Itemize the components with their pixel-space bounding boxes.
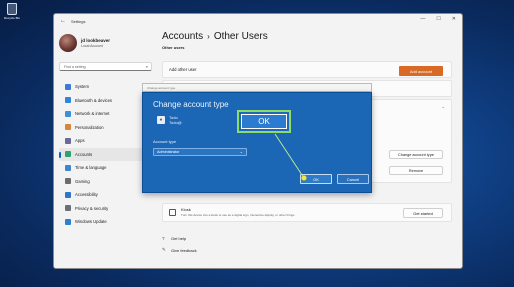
help-icon: ? bbox=[162, 236, 165, 241]
callout-ok-highlight: OK bbox=[237, 110, 291, 133]
sidebar-item-label: Accounts bbox=[75, 151, 93, 157]
recycle-bin-icon[interactable]: Recycle Bin bbox=[2, 3, 22, 20]
breadcrumb-separator: › bbox=[207, 32, 210, 41]
breadcrumb-parent[interactable]: Accounts bbox=[162, 31, 203, 42]
network-icon bbox=[65, 110, 71, 117]
sidebar-item-label: Network & internet bbox=[75, 111, 110, 117]
feedback-icon: ✎ bbox=[162, 247, 166, 252]
dialog-user: ● Todo Todo@ bbox=[157, 115, 182, 125]
update-icon bbox=[65, 218, 71, 225]
give-feedback-label: Give feedback bbox=[171, 247, 197, 253]
kiosk-description: Turn this device into a kiosk to use as … bbox=[181, 213, 295, 217]
kiosk-icon bbox=[169, 209, 176, 216]
sidebar-item-time-language[interactable]: Time & language bbox=[59, 161, 152, 175]
sidebar-nav: System Bluetooth & devices Network & int… bbox=[59, 80, 152, 229]
sidebar-item-label: Apps bbox=[75, 138, 85, 144]
sidebar-item-accounts[interactable]: Accounts bbox=[59, 147, 152, 161]
bluetooth-icon bbox=[65, 97, 71, 104]
search-icon: ⌕ bbox=[145, 64, 148, 69]
breadcrumb: Accounts › Other Users bbox=[162, 31, 450, 42]
search-input[interactable]: Find a setting ⌕ bbox=[59, 62, 152, 71]
minimize-icon[interactable]: — bbox=[420, 16, 425, 22]
trash-icon bbox=[7, 3, 17, 15]
main-content: Accounts › Other Users Other users Add oth… bbox=[162, 31, 452, 253]
sidebar-item-privacy[interactable]: Privacy & security bbox=[59, 202, 152, 216]
sidebar-item-personalization[interactable]: Personalization bbox=[59, 121, 152, 135]
sidebar-item-label: Personalization bbox=[75, 124, 104, 130]
kiosk-card: Kiosk Turn this device into a kiosk to u… bbox=[162, 203, 452, 222]
kiosk-title: Kiosk bbox=[181, 207, 191, 212]
sidebar-item-bluetooth[interactable]: Bluetooth & devices bbox=[59, 94, 152, 108]
chevron-up-icon[interactable]: ⌃ bbox=[442, 106, 445, 111]
accessibility-icon bbox=[65, 191, 71, 198]
add-account-button[interactable]: Add account bbox=[399, 66, 443, 76]
sidebar-item-gaming[interactable]: Gaming bbox=[59, 175, 152, 189]
dialog-title-bar: Change account type bbox=[142, 83, 372, 92]
sidebar-item-accessibility[interactable]: Accessibility bbox=[59, 188, 152, 202]
avatar bbox=[59, 34, 77, 52]
dialog-title: Change account type bbox=[153, 100, 229, 109]
change-account-type-button[interactable]: Change account type bbox=[389, 150, 443, 159]
account-type-label: Account type bbox=[153, 139, 177, 144]
search-placeholder: Find a setting bbox=[64, 65, 86, 69]
sidebar-item-network[interactable]: Network & internet bbox=[59, 107, 152, 121]
sidebar-item-label: Windows Update bbox=[75, 219, 107, 225]
sidebar-item-label: Time & language bbox=[75, 165, 107, 171]
sidebar-item-label: Gaming bbox=[75, 178, 90, 184]
dialog-user-email: Todo@ bbox=[169, 120, 182, 125]
system-icon bbox=[65, 83, 71, 90]
account-type-select[interactable]: Administrator ⌄ bbox=[153, 148, 247, 156]
recycle-bin-label: Recycle Bin bbox=[4, 16, 20, 20]
remove-button[interactable]: Remove bbox=[389, 166, 443, 175]
person-icon bbox=[65, 151, 71, 158]
sidebar-item-label: System bbox=[75, 84, 89, 90]
maximize-icon[interactable]: ☐ bbox=[436, 16, 440, 22]
profile-header: jd lookbeaver Local Account bbox=[59, 34, 110, 52]
sidebar-item-label: Privacy & security bbox=[75, 205, 109, 211]
give-feedback-link[interactable]: ✎ Give feedback bbox=[162, 247, 197, 253]
clock-globe-icon bbox=[65, 164, 71, 171]
profile-account-type: Local Account bbox=[81, 44, 103, 48]
window-title: Settings bbox=[71, 18, 86, 24]
profile-name: jd lookbeaver bbox=[81, 38, 111, 43]
page-title: Other Users bbox=[213, 31, 268, 42]
sidebar-item-windows-update[interactable]: Windows Update bbox=[59, 215, 152, 229]
window-controls: — ☐ ✕ bbox=[420, 16, 456, 22]
user-icon: ● bbox=[157, 116, 165, 124]
add-other-user-card: Add other user Add account bbox=[162, 61, 452, 78]
controller-icon bbox=[65, 178, 71, 185]
sidebar-item-label: Bluetooth & devices bbox=[75, 97, 113, 103]
account-type-value: Administrator bbox=[157, 150, 180, 154]
sidebar-item-apps[interactable]: Apps bbox=[59, 134, 152, 148]
cancel-button[interactable]: Cancel bbox=[337, 174, 369, 184]
get-help-link[interactable]: ? Get help bbox=[162, 236, 186, 241]
section-label: Other users bbox=[162, 45, 185, 50]
back-arrow-icon[interactable]: ← bbox=[60, 18, 66, 24]
get-help-label: Get help bbox=[171, 236, 187, 241]
chevron-down-icon: ⌄ bbox=[239, 149, 243, 154]
shield-icon bbox=[65, 205, 71, 212]
sidebar-item-system[interactable]: System bbox=[59, 80, 152, 94]
title-bar: ← Settings bbox=[54, 14, 462, 28]
callout-ok-label: OK bbox=[241, 114, 287, 129]
get-started-button[interactable]: Get started bbox=[403, 208, 443, 218]
ok-button[interactable]: OK bbox=[300, 174, 332, 184]
add-other-user-label: Add other user bbox=[169, 67, 197, 72]
change-account-type-dialog: Change account type ● Todo Todo@ Account… bbox=[142, 92, 372, 193]
paintbrush-icon bbox=[65, 124, 71, 131]
apps-icon bbox=[65, 137, 71, 144]
sidebar-item-label: Accessibility bbox=[75, 192, 98, 198]
close-icon[interactable]: ✕ bbox=[452, 16, 456, 22]
